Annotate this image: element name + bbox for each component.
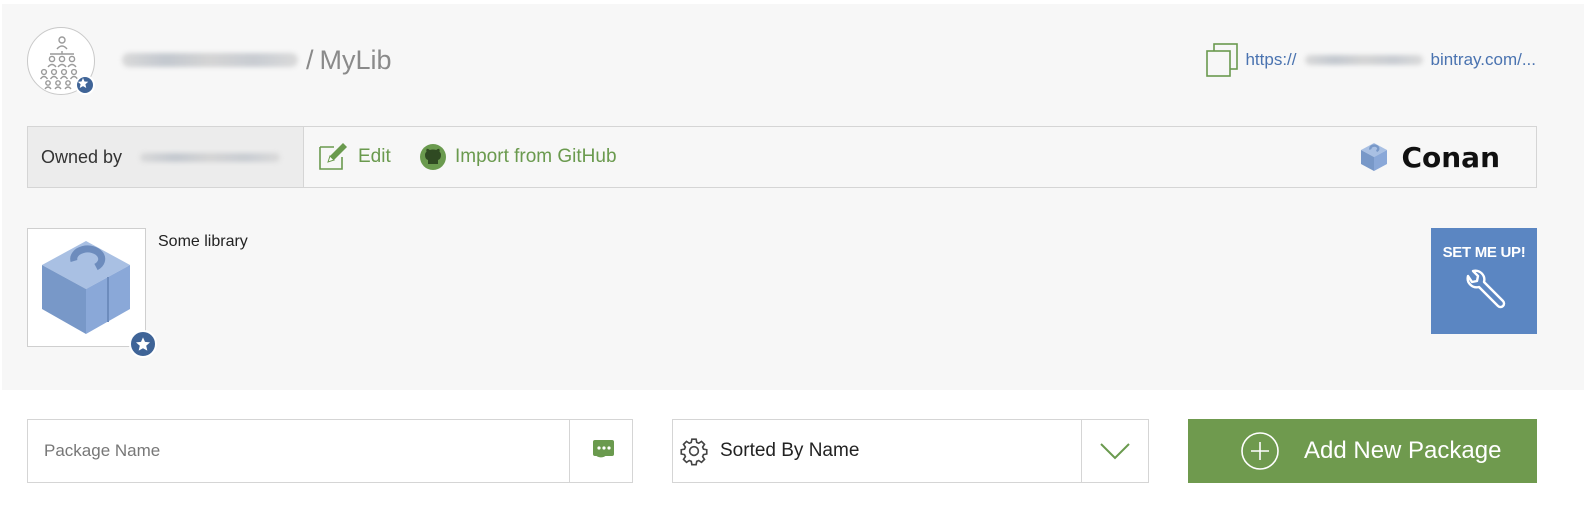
owner-cell: Owned by	[28, 127, 304, 187]
conan-logo-icon	[42, 241, 130, 334]
github-icon	[420, 144, 446, 170]
package-search	[27, 419, 633, 483]
package-name-input[interactable]	[28, 420, 570, 482]
edit-button[interactable]: Edit	[316, 127, 391, 187]
search-chat-icon	[593, 440, 614, 458]
star-badge-icon	[75, 75, 95, 95]
sort-dropdown-toggle[interactable]	[1081, 420, 1148, 482]
owner-name-redacted[interactable]	[122, 53, 298, 67]
set-me-up-button[interactable]: SET ME UP!	[1431, 228, 1537, 334]
conan-icon	[1361, 143, 1388, 171]
import-from-github-button[interactable]: Import from GitHub	[419, 127, 617, 187]
copy-icon[interactable]	[1205, 42, 1239, 78]
edit-icon	[319, 143, 347, 170]
repo-description: Some library	[158, 233, 248, 250]
repo-url-suffix[interactable]: bintray.com/...	[1431, 50, 1537, 70]
organization-avatar[interactable]	[27, 27, 95, 95]
chevron-down-icon	[1100, 443, 1130, 460]
owned-by-label: Owned by	[41, 146, 123, 167]
add-new-package-label[interactable]: Add New Package	[1304, 437, 1501, 465]
import-from-github-label[interactable]: Import from GitHub	[455, 146, 617, 168]
repo-url-link[interactable]: https:// bintray.com/...	[1205, 42, 1536, 78]
owner-link-redacted[interactable]	[140, 152, 281, 162]
repo-name: MyLib	[319, 44, 392, 75]
repo-separator: /	[306, 44, 314, 75]
set-me-up-label[interactable]: SET ME UP!	[1443, 244, 1526, 261]
sort-selected-value[interactable]: Sorted By Name	[720, 420, 859, 482]
plus-circle-icon	[1241, 432, 1279, 470]
search-button[interactable]	[569, 420, 632, 482]
wrench-icon	[1466, 269, 1506, 309]
repo-url-redacted[interactable]	[1304, 55, 1423, 65]
repo-logo	[27, 228, 157, 358]
repo-title: / MyLib	[122, 42, 392, 78]
owner-bar: Owned by Edit Import from GitHub Conan	[27, 126, 1537, 188]
star-badge-icon	[129, 330, 157, 358]
repo-url-prefix[interactable]: https://	[1245, 50, 1296, 70]
sort-dropdown[interactable]: Sorted By Name	[672, 419, 1149, 483]
edit-label[interactable]: Edit	[358, 146, 391, 168]
gear-icon	[680, 438, 708, 466]
package-type-label: Conan	[1401, 140, 1500, 174]
package-type: Conan	[1359, 127, 1500, 187]
add-new-package-button[interactable]: Add New Package	[1188, 419, 1537, 483]
